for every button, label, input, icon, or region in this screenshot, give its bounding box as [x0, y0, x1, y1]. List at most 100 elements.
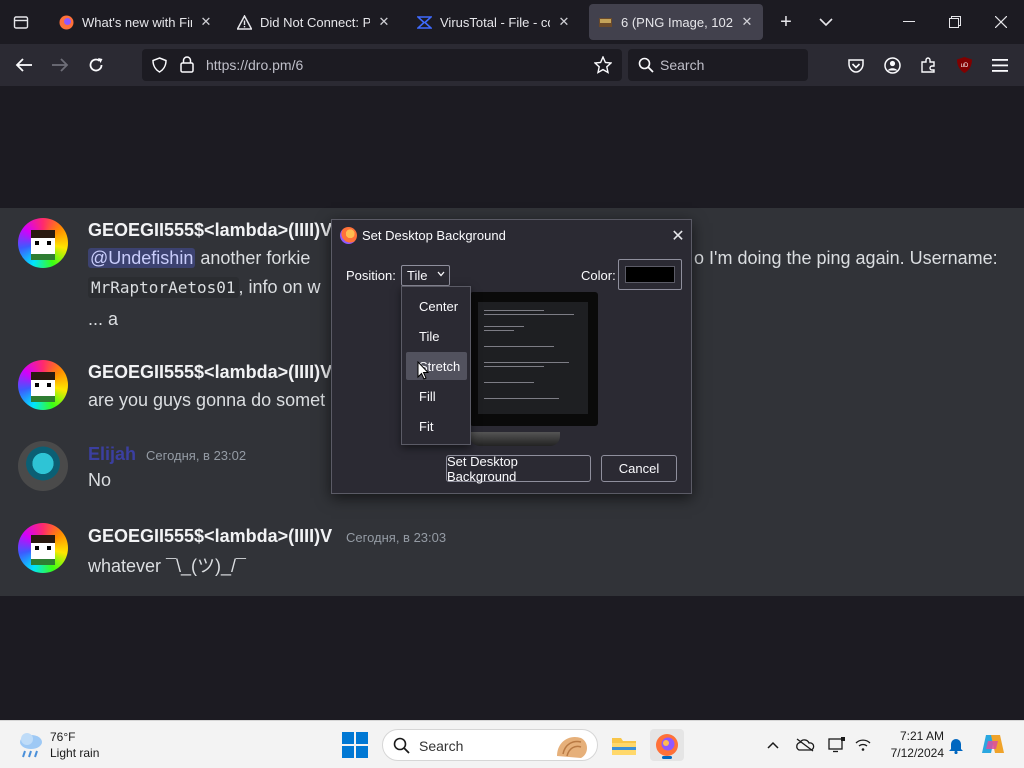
avatar — [18, 360, 68, 410]
new-tab-button[interactable]: + — [772, 8, 800, 36]
position-select[interactable]: Tile — [401, 265, 450, 286]
weather-rain-icon[interactable] — [16, 731, 46, 759]
message-text-part: another forkie — [195, 248, 311, 268]
search-icon — [638, 57, 654, 78]
position-dropdown-list: Center Tile Stretch Fill Fit — [401, 286, 471, 445]
url-text: https://dro.pm/6 — [206, 57, 304, 73]
search-placeholder: Search — [660, 57, 705, 73]
option-fill[interactable]: Fill — [406, 382, 467, 410]
timestamp: Сегодня, в 23:02 — [146, 448, 247, 463]
color-swatch — [625, 266, 675, 283]
message-text: No — [88, 470, 112, 490]
message-text: are you guys gonna do somet — [88, 390, 326, 410]
tab-label: What's new with Firefo — [82, 14, 192, 30]
inline-code: MrRaptorAetos01 — [88, 277, 239, 298]
tab-label: Did Not Connect: Pote — [260, 14, 370, 30]
ublock-badge-text: uD — [960, 63, 968, 69]
clock-date[interactable]: 7/12/2024 — [880, 746, 944, 760]
image-icon — [597, 14, 613, 30]
windows-taskbar: 76°F Light rain Search 7:21 AM 7/12/2024 — [0, 720, 1024, 768]
forward-arrow-icon[interactable] — [46, 51, 74, 79]
chevron-down-icon[interactable] — [812, 8, 840, 36]
username: GEOEGII555$<lambda>(IIII)V — [88, 526, 333, 546]
dialog-title: Set Desktop Background — [362, 228, 506, 243]
avatar — [18, 218, 68, 268]
weather-temperature: 76°F — [50, 730, 76, 744]
option-tile[interactable]: Tile — [406, 322, 467, 350]
close-icon[interactable]: ✕ — [376, 14, 392, 30]
chevron-down-icon — [437, 269, 445, 279]
close-window-button[interactable] — [978, 4, 1024, 40]
position-label: Position: — [346, 268, 396, 283]
file-explorer-icon[interactable] — [607, 729, 641, 761]
menu-icon[interactable] — [986, 51, 1014, 79]
account-icon[interactable] — [878, 51, 906, 79]
mention: @Undefishin — [88, 248, 196, 268]
network-icon[interactable] — [853, 735, 873, 755]
color-label: Color: — [581, 268, 616, 283]
notification-bell-icon[interactable] — [946, 735, 966, 755]
cancel-button[interactable]: Cancel — [601, 455, 677, 482]
position-select-value: Tile — [407, 268, 428, 283]
display-icon[interactable] — [827, 735, 847, 755]
minimize-button[interactable] — [886, 4, 932, 40]
pocket-icon[interactable] — [842, 51, 870, 79]
tab-png-image[interactable]: 6 (PNG Image, 1028 × ✕ — [589, 4, 763, 40]
option-fit[interactable]: Fit — [406, 412, 467, 440]
message-text: MrRaptorAetos01, info on w — [88, 277, 321, 298]
back-arrow-icon[interactable] — [10, 51, 38, 79]
close-icon[interactable]: ✕ — [198, 14, 214, 30]
copilot-icon[interactable] — [980, 731, 1006, 757]
option-center[interactable]: Center — [406, 292, 467, 320]
tab-did-not-connect[interactable]: Did Not Connect: Pote ✕ — [228, 4, 400, 40]
address-bar[interactable]: https://dro.pm/6 — [142, 49, 622, 81]
message-text-part: , info on w — [238, 277, 321, 297]
avatar — [18, 441, 68, 491]
set-desktop-background-button[interactable]: Set Desktop Background — [446, 454, 591, 484]
clock-time[interactable]: 7:21 AM — [880, 729, 944, 743]
taskbar-search-placeholder: Search — [419, 738, 464, 754]
tab-label: 6 (PNG Image, 1028 × — [621, 14, 733, 30]
firefox-icon — [58, 14, 74, 30]
message-text: ... a — [88, 309, 119, 329]
option-stretch[interactable]: Stretch — [406, 352, 467, 380]
firefox-icon — [340, 227, 357, 244]
windows-start-icon[interactable] — [342, 732, 368, 758]
tab-label: VirusTotal - File - cddf — [440, 14, 550, 30]
tab-whats-new[interactable]: What's new with Firefo ✕ — [50, 4, 222, 40]
timestamp: Сегодня, в 23:03 — [346, 530, 447, 545]
mouse-cursor-icon — [417, 360, 430, 385]
weather-description: Light rain — [50, 746, 100, 760]
extensions-icon[interactable] — [914, 51, 942, 79]
reload-icon[interactable] — [82, 51, 110, 79]
username: Elijah — [88, 444, 137, 464]
star-icon[interactable] — [593, 55, 613, 79]
tab-virustotal[interactable]: VirusTotal - File - cddf ✕ — [408, 4, 580, 40]
username: GEOEGII555$<lambda>(IIII)V — [88, 220, 333, 240]
taskbar-search-box[interactable]: Search — [382, 729, 598, 761]
preview-screen — [478, 302, 588, 414]
avatar — [18, 523, 68, 573]
shield-icon[interactable] — [152, 57, 167, 78]
chevron-up-icon[interactable] — [763, 735, 783, 755]
ublock-origin-icon[interactable]: uD — [950, 51, 978, 79]
message-text-right: o I'm doing the ping again. Username: — [694, 248, 998, 268]
tab-bar: What's new with Firefo ✕ Did Not Connect… — [0, 0, 1024, 44]
message-text: whatever ¯\_(ツ)_/¯ — [88, 556, 246, 576]
username: GEOEGII555$<lambda>(IIII)V — [88, 362, 333, 382]
lock-icon[interactable] — [180, 56, 194, 78]
close-icon[interactable]: ✕ — [670, 226, 686, 245]
firefox-taskbar-icon[interactable] — [650, 729, 684, 761]
onedrive-offline-icon[interactable] — [795, 735, 815, 755]
navigation-toolbar: https://dro.pm/6 Search uD — [0, 44, 1024, 86]
search-icon — [393, 737, 410, 759]
close-icon[interactable]: ✕ — [556, 14, 572, 30]
warning-icon — [236, 14, 252, 30]
restore-button[interactable] — [932, 4, 978, 40]
search-bar[interactable]: Search — [628, 49, 808, 81]
set-desktop-background-dialog: Set Desktop Background ✕ Position: Tile … — [331, 219, 692, 494]
message-text: @Undefishin another forkie — [88, 248, 310, 269]
color-picker-button[interactable] — [618, 259, 682, 290]
close-icon[interactable]: ✕ — [739, 14, 755, 30]
firefox-view-icon[interactable] — [6, 6, 36, 38]
